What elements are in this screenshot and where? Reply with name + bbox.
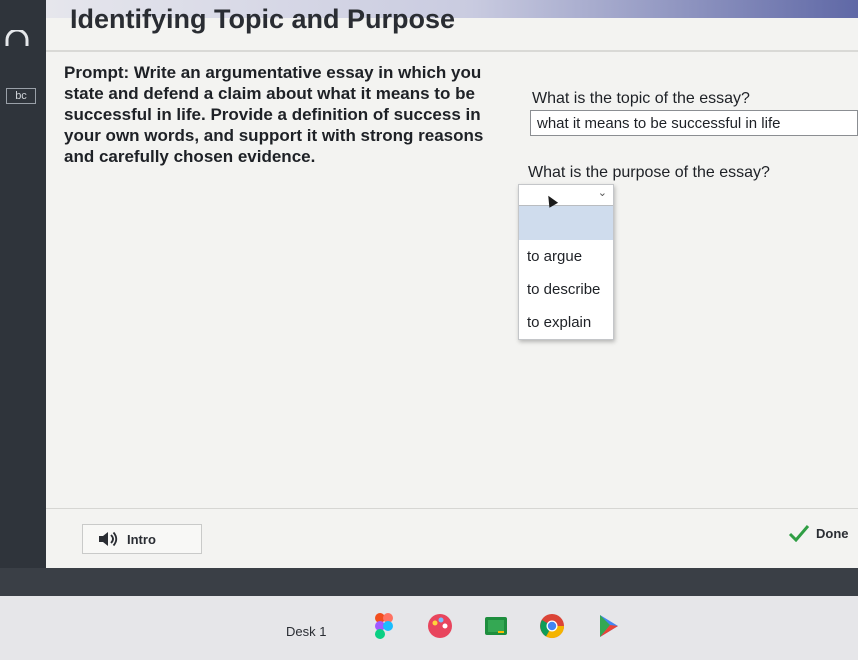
topic-answer-field[interactable]: what it means to be successful in life (530, 110, 858, 136)
intro-button[interactable]: Intro (82, 524, 202, 554)
headphones-icon (5, 30, 29, 46)
done-label: Done (816, 526, 849, 541)
title-divider (46, 50, 858, 52)
figma-icon[interactable] (370, 612, 398, 640)
window-bottom-bar (0, 568, 858, 596)
footer-divider (46, 508, 858, 509)
essay-prompt: Prompt: Write an argumentative essay in … (64, 63, 484, 166)
purpose-dropdown[interactable]: ⌄ to argue to describe to explain (518, 184, 614, 340)
checkmark-icon (788, 525, 810, 542)
dropdown-option-argue[interactable]: to argue (519, 240, 613, 273)
chevron-down-icon: ⌄ (597, 187, 607, 199)
dropdown-header[interactable]: ⌄ (519, 185, 613, 206)
dropdown-option-explain[interactable]: to explain (519, 306, 613, 339)
classroom-icon[interactable] (482, 612, 510, 640)
edge-tab[interactable]: bc (6, 88, 36, 104)
topic-question: What is the topic of the essay? (532, 90, 750, 107)
left-strip (0, 0, 46, 568)
dropdown-option-describe[interactable]: to describe (519, 273, 613, 306)
intro-label: Intro (127, 532, 156, 547)
dropdown-option-blank[interactable] (519, 206, 613, 240)
paint-icon[interactable] (426, 612, 454, 640)
play-store-icon[interactable] (594, 612, 622, 640)
page-title: Identifying Topic and Purpose (70, 4, 456, 34)
desk-label[interactable]: Desk 1 (286, 624, 326, 639)
done-button[interactable]: Done (788, 522, 858, 550)
purpose-question: What is the purpose of the essay? (528, 164, 770, 181)
speaker-icon (99, 531, 118, 547)
chrome-icon[interactable] (538, 612, 566, 640)
